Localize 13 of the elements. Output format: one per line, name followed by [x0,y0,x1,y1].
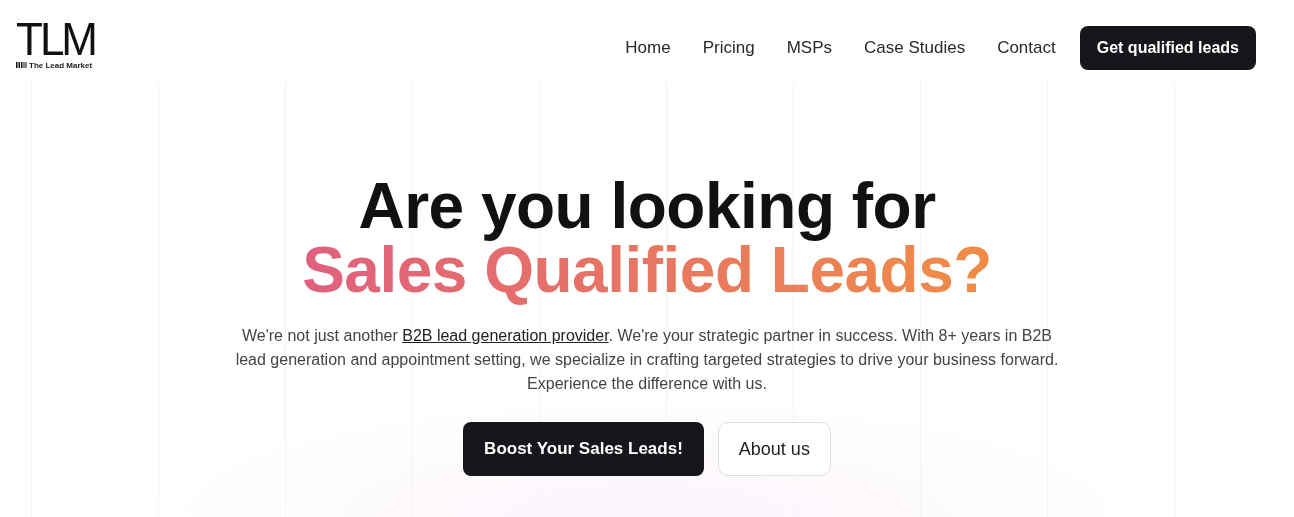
provider-link[interactable]: B2B lead generation provider [402,327,609,344]
about-us-button[interactable]: About us [717,422,831,476]
logo-mark[interactable]: TLM [16,17,95,60]
nav-link[interactable]: Pricing [702,38,755,58]
bars-icon [16,62,27,68]
nav-link[interactable]: Case Studies [864,38,966,58]
intro-paragraph: We're not just another B2B lead generation provider. We're your strategic partner in success. With 8+ years in B2B lead generation and appointment setting, we specialize in crafting targeted strategies to drive your business forward. Experience the difference with us. [234,326,1060,394]
nav-link[interactable]: MSPs [786,38,832,58]
logo-name: The Lead Market [29,60,93,70]
get-leads-button[interactable]: Get qualified leads [1079,26,1256,70]
nav-link[interactable]: Contact [997,38,1056,58]
nav-link[interactable]: Home [625,38,671,58]
boost-leads-button[interactable]: Boost Your Sales Leads! [463,422,704,476]
